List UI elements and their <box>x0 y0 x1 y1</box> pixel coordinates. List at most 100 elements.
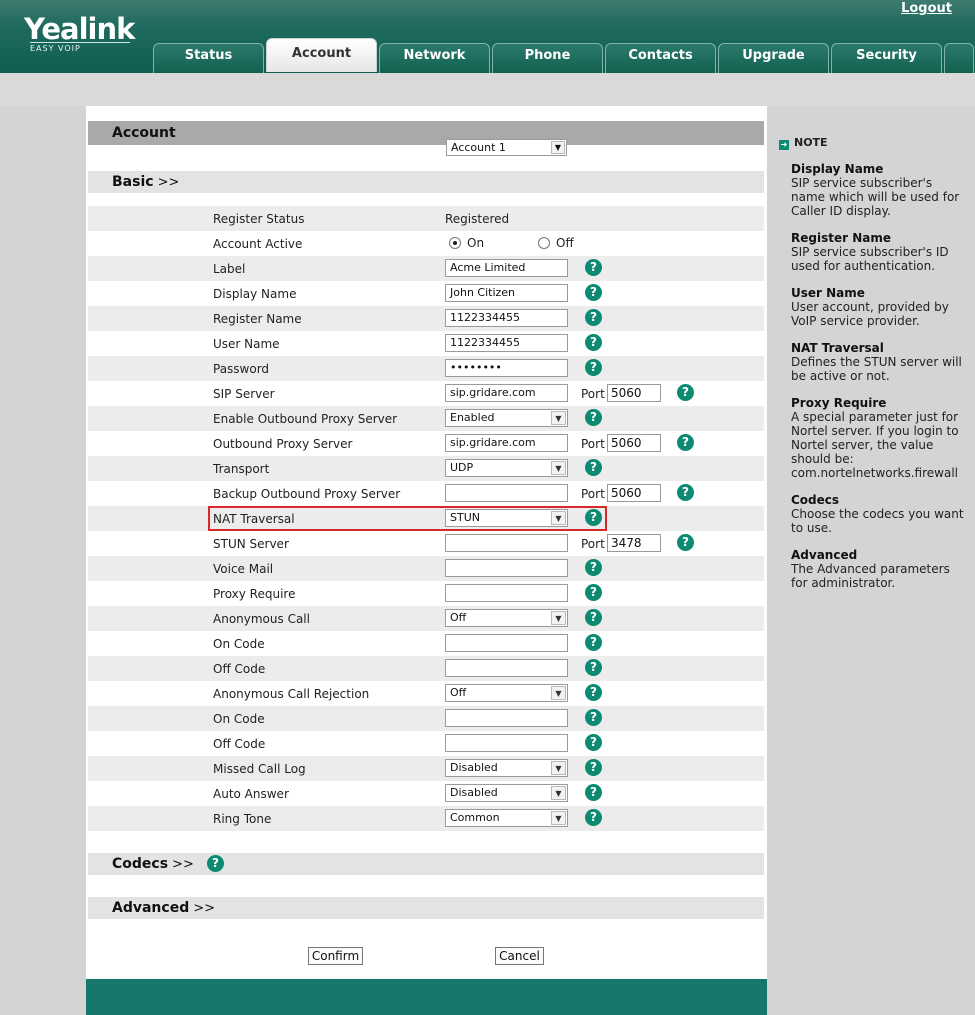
row-rejection-off-code: Off Code ? <box>88 731 764 756</box>
sip-server-port-input[interactable]: 5060 <box>607 384 661 402</box>
transport-label: Transport <box>213 462 270 476</box>
port-label: Port <box>581 537 605 551</box>
proxy-require-input[interactable] <box>445 584 568 602</box>
password-input[interactable]: •••••••• <box>445 359 568 377</box>
codecs-section-header[interactable]: Codecs >> ? <box>88 853 764 875</box>
help-icon[interactable]: ? <box>585 609 602 626</box>
help-icon[interactable]: ? <box>585 684 602 701</box>
help-icon[interactable]: ? <box>585 309 602 326</box>
register-name-input[interactable]: 1122334455 <box>445 309 568 327</box>
header: Yealink EASY VOIP Logout Status Account … <box>0 0 975 73</box>
help-icon[interactable]: ? <box>585 709 602 726</box>
help-icon[interactable]: ? <box>677 534 694 551</box>
label-label: Label <box>213 262 246 276</box>
password-label: Password <box>213 362 270 376</box>
label-input[interactable]: Acme Limited <box>445 259 568 277</box>
row-anonymous-call-rejection: Anonymous Call Rejection Off ▼ ? <box>88 681 764 706</box>
rejection-on-code-input[interactable] <box>445 709 568 727</box>
backup-outbound-proxy-input[interactable] <box>445 484 568 502</box>
off-code-label: Off Code <box>213 737 266 751</box>
help-icon[interactable]: ? <box>585 559 602 576</box>
tab-contacts[interactable]: Contacts <box>605 43 716 73</box>
help-icon[interactable]: ? <box>585 334 602 351</box>
row-label: Label Acme Limited ? <box>88 256 764 281</box>
display-name-input[interactable]: John Citizen <box>445 284 568 302</box>
note-title: Display Name <box>791 162 884 176</box>
help-icon[interactable]: ? <box>585 759 602 776</box>
account-active-label: Account Active <box>213 237 303 251</box>
account-select[interactable]: Account 1 ▼ <box>446 139 567 156</box>
advanced-section-header[interactable]: Advanced >> <box>88 897 764 919</box>
backup-outbound-port-input[interactable]: 5060 <box>607 484 661 502</box>
tab-phone[interactable]: Phone <box>492 43 603 73</box>
row-proxy-require: Proxy Require ? <box>88 581 764 606</box>
help-icon[interactable]: ? <box>677 384 694 401</box>
stun-server-input[interactable] <box>445 534 568 552</box>
chevron-down-icon: ▼ <box>551 786 566 800</box>
stun-server-port-input[interactable]: 3478 <box>607 534 661 552</box>
chevron-down-icon: ▼ <box>551 811 566 825</box>
enable-outbound-proxy-select[interactable]: Enabled ▼ <box>445 409 568 427</box>
user-name-label: User Name <box>213 337 280 351</box>
help-icon[interactable]: ? <box>585 509 602 526</box>
help-icon[interactable]: ? <box>677 484 694 501</box>
account-active-off-radio[interactable]: Off <box>538 236 574 250</box>
note-title: User Name <box>791 286 865 300</box>
transport-select[interactable]: UDP ▼ <box>445 459 568 477</box>
sub-bar <box>0 73 975 106</box>
note-item: User Name User account, provided by VoIP… <box>791 286 969 328</box>
advanced-section-title: Advanced <box>112 900 190 916</box>
help-icon[interactable]: ? <box>585 784 602 801</box>
tab-upgrade[interactable]: Upgrade <box>718 43 829 73</box>
note-item: NAT Traversal Defines the STUN server wi… <box>791 341 969 383</box>
anonymous-call-rejection-select[interactable]: Off ▼ <box>445 684 568 702</box>
tab-account[interactable]: Account <box>266 38 377 72</box>
help-icon[interactable]: ? <box>585 259 602 276</box>
basic-section-title: Basic <box>112 174 154 190</box>
outbound-proxy-port-input[interactable]: 5060 <box>607 434 661 452</box>
cancel-button[interactable]: Cancel <box>495 947 544 965</box>
tab-status[interactable]: Status <box>153 43 264 73</box>
anonymous-off-code-input[interactable] <box>445 659 568 677</box>
ring-tone-select[interactable]: Common ▼ <box>445 809 568 827</box>
help-icon[interactable]: ? <box>585 659 602 676</box>
basic-section-header[interactable]: Basic >> <box>88 171 764 193</box>
outbound-proxy-server-input[interactable]: sip.gridare.com <box>445 434 568 452</box>
help-icon[interactable]: ? <box>585 459 602 476</box>
outbound-proxy-server-label: Outbound Proxy Server <box>213 437 353 451</box>
voice-mail-input[interactable] <box>445 559 568 577</box>
note-title: Register Name <box>791 231 891 245</box>
tab-network[interactable]: Network <box>379 43 490 73</box>
missed-call-log-select[interactable]: Disabled ▼ <box>445 759 568 777</box>
auto-answer-select[interactable]: Disabled ▼ <box>445 784 568 802</box>
yealink-logo: Yealink EASY VOIP <box>24 14 135 53</box>
footer-bar <box>86 979 767 1015</box>
help-icon[interactable]: ? <box>585 634 602 651</box>
help-icon[interactable]: ? <box>677 434 694 451</box>
help-icon[interactable]: ? <box>585 809 602 826</box>
tab-security[interactable]: Security <box>831 43 942 73</box>
logout-link[interactable]: Logout <box>901 1 952 16</box>
account-active-on-radio[interactable]: On <box>449 236 484 250</box>
nat-traversal-select[interactable]: STUN ▼ <box>445 509 568 527</box>
rejection-off-code-input[interactable] <box>445 734 568 752</box>
main-tabs: Status Account Network Phone Contacts Up… <box>153 38 975 73</box>
sip-server-input[interactable]: sip.gridare.com <box>445 384 568 402</box>
anonymous-on-code-input[interactable] <box>445 634 568 652</box>
row-register-name: Register Name 1122334455 ? <box>88 306 764 331</box>
help-icon[interactable]: ? <box>585 734 602 751</box>
note-item: Codecs Choose the codecs you want to use… <box>791 493 969 535</box>
radio-selected-icon <box>449 237 461 249</box>
help-icon[interactable]: ? <box>585 359 602 376</box>
help-icon[interactable]: ? <box>585 584 602 601</box>
note-text: Choose the codecs you want to use. <box>791 507 964 535</box>
help-icon[interactable]: ? <box>585 284 602 301</box>
user-name-input[interactable]: 1122334455 <box>445 334 568 352</box>
help-icon[interactable]: ? <box>207 855 224 872</box>
nat-traversal-label: NAT Traversal <box>213 512 295 526</box>
confirm-button[interactable]: Confirm <box>308 947 363 965</box>
expand-arrows: >> <box>172 857 194 872</box>
chevron-down-icon: ▼ <box>551 761 566 775</box>
anonymous-call-select[interactable]: Off ▼ <box>445 609 568 627</box>
help-icon[interactable]: ? <box>585 409 602 426</box>
